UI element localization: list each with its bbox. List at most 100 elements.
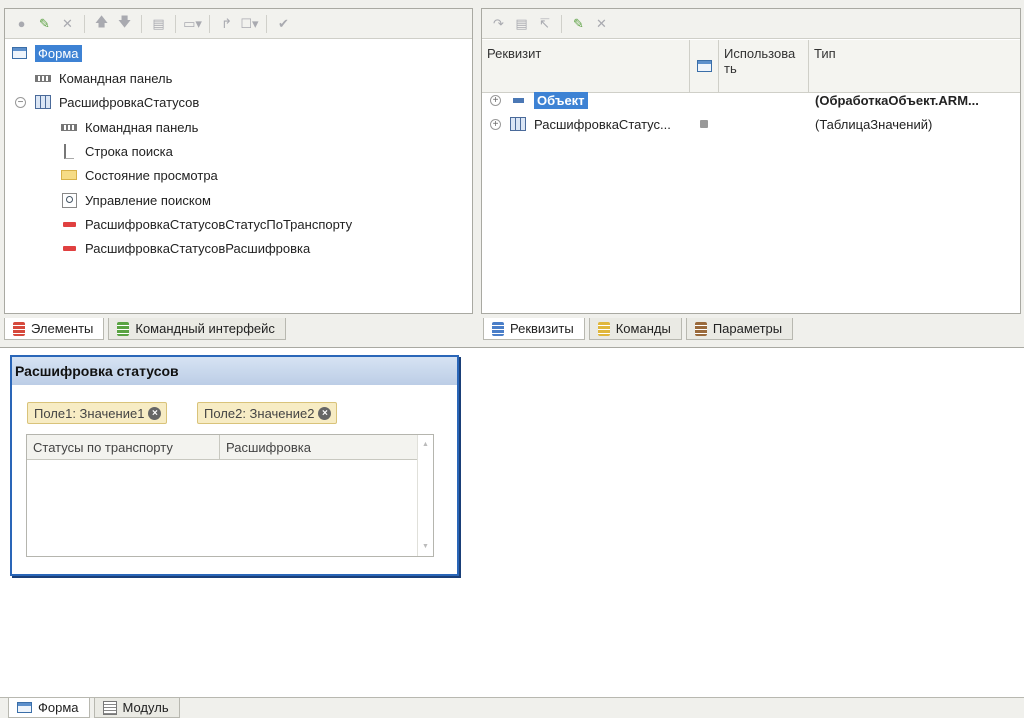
form-icon: [17, 702, 32, 713]
display-icon[interactable]: ▭▾: [182, 13, 203, 34]
table-icon: [35, 95, 51, 109]
preview-table-scrollbar[interactable]: ▲ ▼: [417, 435, 433, 556]
chip-label: Поле2: Значение2: [204, 405, 315, 421]
tab-attributes[interactable]: Реквизиты: [483, 318, 585, 340]
attributes-tabs: Реквизиты Команды Параметры: [483, 314, 797, 340]
tab-form[interactable]: Форма: [8, 698, 90, 718]
tree-item-label: РасшифровкаСтатусов: [59, 94, 200, 110]
form-icon: [696, 60, 712, 72]
column-header-statuses[interactable]: Статусы по транспорту: [27, 435, 220, 459]
tree-item-label: РасшифровкаСтатусовРасшифровка: [85, 240, 311, 256]
tree-item-decoding-field[interactable]: РасшифровкаСтатусовРасшифровка: [61, 237, 310, 259]
attribute-type: (ОбработкаОбъект.ARM...: [815, 92, 979, 108]
tree-item-label: Форма: [35, 44, 82, 62]
view-state-icon: [61, 168, 77, 182]
edit-pencil-icon[interactable]: ✎: [568, 13, 589, 34]
chip-close-icon[interactable]: ×: [318, 406, 332, 420]
command-bar-icon: [35, 71, 51, 85]
attributes-header: Реквизит Использова ть Тип: [482, 40, 1020, 93]
add-icon[interactable]: ●: [11, 13, 32, 34]
bottom-tabs: Форма Модуль: [0, 697, 1024, 718]
add-attribute-icon[interactable]: ↷: [488, 13, 509, 34]
tree-item-search-control[interactable]: Управление поиском: [61, 189, 211, 211]
tab-parameters[interactable]: Параметры: [685, 318, 794, 340]
tree-item-label: РасшифровкаСтатусовСтатусПоТранспорту: [85, 216, 353, 232]
tab-label: Форма: [38, 700, 79, 715]
tree-item-command-bar[interactable]: Командная панель: [35, 67, 172, 89]
checkmark-icon[interactable]: ✔: [273, 13, 294, 34]
preview-table-header: Статусы по транспорту Расшифровка: [27, 435, 417, 460]
filter-chip-2[interactable]: Поле2: Значение2 ×: [197, 402, 338, 424]
tree-item-label: Состояние просмотра: [85, 167, 218, 183]
module-icon: [102, 700, 117, 715]
elements-tabs: Элементы Командный интерфейс: [4, 314, 290, 340]
form-preview-window[interactable]: Расшифровка статусов Поле1: Значение1 × …: [10, 355, 459, 576]
attributes-panel: ↷ ▤ ↸ ✎ ✕ Реквизит Использова ть Тип + О…: [481, 8, 1021, 314]
tree-item-label: Командная панель: [85, 119, 199, 135]
attribute-name: РасшифровкаСтатус...: [534, 116, 671, 132]
delete-icon[interactable]: ✕: [57, 13, 78, 34]
tree-item-view-state[interactable]: Состояние просмотра: [61, 164, 218, 186]
filter-chip-1[interactable]: Поле1: Значение1 ×: [27, 402, 168, 424]
expand-icon[interactable]: +: [490, 94, 501, 106]
tab-label: Реквизиты: [510, 321, 574, 336]
scroll-down-icon[interactable]: ▼: [422, 543, 429, 550]
move-down-icon[interactable]: 🡇: [114, 13, 135, 34]
tab-label: Параметры: [712, 321, 783, 336]
scroll-up-icon[interactable]: ▲: [422, 441, 429, 448]
tree-item-form[interactable]: Форма: [11, 42, 82, 64]
expand-icon[interactable]: +: [490, 118, 501, 130]
command-bar-icon: [61, 120, 77, 134]
tree-item-label: Командная панель: [59, 70, 173, 86]
column-header-icon[interactable]: [690, 40, 719, 92]
add-column-icon[interactable]: ▤: [511, 13, 532, 34]
form-icon: [11, 46, 27, 60]
column-header-attribute[interactable]: Реквизит: [482, 40, 690, 92]
column-header-type[interactable]: Тип: [809, 40, 1021, 92]
add-subattribute-icon[interactable]: ↸: [534, 13, 555, 34]
elements-toolbar: ● ✎ ✕ 🡅 🡇 ▤ ▭▾ ↱ ☐▾ ✔: [5, 9, 472, 39]
tab-label: Модуль: [122, 700, 169, 715]
command-interface-icon: [117, 321, 130, 336]
search-control-icon: [61, 192, 77, 208]
tree-item-table[interactable]: − РасшифровкаСтатусов: [15, 91, 199, 113]
chip-label: Поле1: Значение1: [34, 405, 145, 421]
column-header-decoding[interactable]: Расшифровка: [220, 435, 419, 459]
attributes-icon: [492, 321, 504, 336]
arrow-icon[interactable]: ↱: [216, 13, 237, 34]
tab-label: Команды: [615, 321, 671, 336]
properties-icon[interactable]: ▤: [148, 13, 169, 34]
tree-item-search-string[interactable]: Строка поиска: [61, 140, 173, 162]
attribute-name: Объект: [534, 91, 588, 109]
tab-label: Элементы: [31, 321, 94, 336]
attribute-row-table[interactable]: + РасшифровкаСтатус... (ТаблицаЗначений): [490, 113, 1016, 135]
chip-close-icon[interactable]: ×: [148, 406, 162, 420]
tree-item-table-command-bar[interactable]: Командная панель: [61, 116, 198, 138]
commands-icon: [597, 321, 610, 336]
parameters-icon: [694, 321, 707, 336]
table-icon: [510, 117, 526, 131]
check-settings-icon[interactable]: ☐▾: [239, 13, 260, 34]
tab-module[interactable]: Модуль: [93, 698, 180, 718]
field-icon: [61, 241, 77, 255]
move-up-icon[interactable]: 🡅: [91, 13, 112, 34]
delete-icon[interactable]: ✕: [591, 13, 612, 34]
elements-tree: Форма Командная панель − РасшифровкаСтат…: [5, 40, 472, 313]
tree-item-status-field[interactable]: РасшифровкаСтатусовСтатусПоТранспорту: [61, 213, 352, 235]
tab-elements[interactable]: Элементы: [4, 318, 105, 340]
elements-panel: ● ✎ ✕ 🡅 🡇 ▤ ▭▾ ↱ ☐▾ ✔ Форма Командная па…: [4, 8, 473, 314]
form-preview-title: Расшифровка статусов: [12, 357, 457, 385]
tab-label: Командный интерфейс: [135, 321, 275, 336]
preview-table[interactable]: Статусы по транспорту Расшифровка ▲ ▼: [26, 434, 434, 557]
column-header-use[interactable]: Использова ть: [719, 40, 809, 92]
tab-command-interface[interactable]: Командный интерфейс: [108, 318, 286, 340]
field-icon: [61, 217, 77, 231]
search-string-icon: [61, 143, 77, 159]
use-checkbox-icon[interactable]: [700, 120, 708, 128]
collapse-icon[interactable]: −: [15, 96, 26, 108]
edit-pencil-icon[interactable]: ✎: [34, 13, 55, 34]
elements-icon: [13, 321, 25, 336]
tab-commands[interactable]: Команды: [588, 318, 682, 340]
attribute-row-object[interactable]: + Объект (ОбработкаОбъект.ARM...: [490, 89, 1016, 111]
attributes-toolbar: ↷ ▤ ↸ ✎ ✕: [482, 9, 1020, 39]
